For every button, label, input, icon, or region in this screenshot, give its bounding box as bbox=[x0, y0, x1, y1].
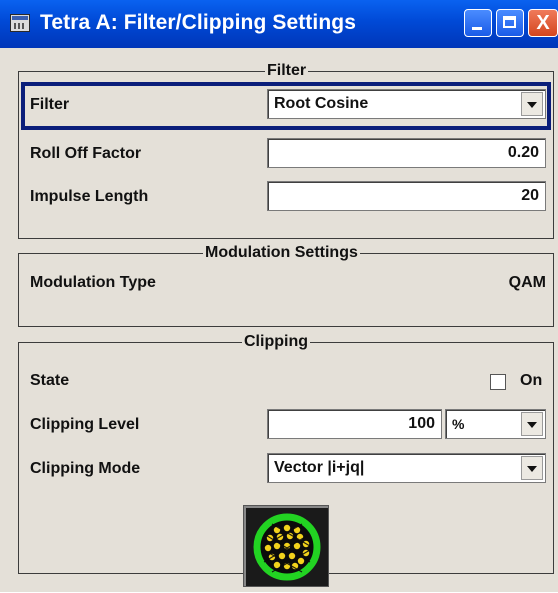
clipping-level-unit-select[interactable]: % bbox=[445, 409, 546, 439]
clipping-level-value: 100 bbox=[408, 415, 435, 432]
filter-group-legend: Filter bbox=[265, 62, 309, 80]
modulation-group-legend: Modulation Settings bbox=[203, 244, 360, 262]
clipping-state-option-label[interactable]: On bbox=[520, 372, 542, 390]
rolloff-input[interactable]: 0.20 bbox=[267, 138, 546, 168]
modulation-type-value: QAM bbox=[508, 274, 546, 291]
clipping-level-unit-value: % bbox=[452, 416, 465, 432]
chevron-down-icon[interactable] bbox=[521, 92, 543, 116]
filter-label: Filter bbox=[30, 96, 70, 113]
impulse-length-label: Impulse Length bbox=[30, 188, 149, 205]
maximize-button[interactable] bbox=[496, 9, 524, 37]
clipping-level-input[interactable]: 100 bbox=[267, 409, 442, 439]
clipping-state-label: State bbox=[30, 372, 70, 389]
clipping-mode-select[interactable]: Vector |i+jq| bbox=[267, 453, 546, 483]
clipping-level-label: Clipping Level bbox=[30, 416, 140, 433]
filter-type-value: Root Cosine bbox=[274, 95, 369, 112]
impulse-length-value: 20 bbox=[521, 187, 539, 204]
rolloff-value: 0.20 bbox=[507, 144, 539, 161]
close-button[interactable]: X bbox=[528, 9, 558, 37]
chevron-down-icon[interactable] bbox=[521, 412, 543, 436]
dialog-window: Tetra A: Filter/Clipping Settings X Filt… bbox=[0, 0, 558, 592]
chevron-down-icon[interactable] bbox=[521, 456, 543, 480]
minimize-button[interactable] bbox=[464, 9, 492, 37]
constellation-clipping-icon bbox=[243, 505, 329, 587]
modulation-type-label: Modulation Type bbox=[30, 274, 156, 291]
clipping-group-legend: Clipping bbox=[242, 333, 310, 351]
clipping-mode-label: Clipping Mode bbox=[30, 460, 141, 477]
clipping-mode-value: Vector |i+jq| bbox=[274, 459, 365, 476]
close-icon: X bbox=[536, 12, 550, 34]
filter-type-select[interactable]: Root Cosine bbox=[267, 89, 546, 119]
clipping-state-checkbox[interactable] bbox=[490, 374, 506, 390]
impulse-length-input[interactable]: 20 bbox=[267, 181, 546, 211]
rolloff-label: Roll Off Factor bbox=[30, 145, 142, 162]
window-title: Tetra A: Filter/Clipping Settings bbox=[40, 11, 356, 34]
constellation-graphic bbox=[253, 513, 321, 581]
title-bar[interactable]: Tetra A: Filter/Clipping Settings X bbox=[0, 0, 558, 48]
app-menu-icon[interactable] bbox=[10, 14, 30, 32]
